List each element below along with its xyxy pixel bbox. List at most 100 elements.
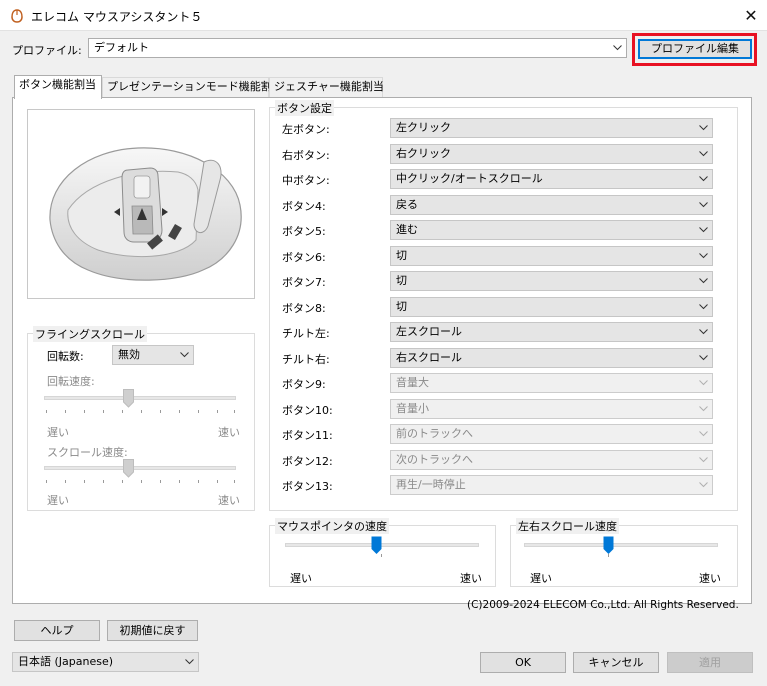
slider-tick bbox=[381, 554, 382, 557]
profile-value: デフォルト bbox=[94, 41, 149, 54]
scroll-speed-slow: 遅い bbox=[47, 494, 69, 507]
slider-tick bbox=[608, 554, 609, 557]
profile-select[interactable]: デフォルト bbox=[88, 38, 627, 58]
chevron-down-icon bbox=[699, 227, 708, 233]
app-mouse-icon bbox=[11, 9, 23, 23]
apply-button[interactable]: 適用 bbox=[667, 652, 753, 673]
chevron-down-icon bbox=[699, 456, 708, 462]
slider-thumb[interactable] bbox=[123, 389, 134, 408]
button-setting-select[interactable]: 切 bbox=[390, 271, 713, 291]
tab-button-assign[interactable]: ボタン機能割当 bbox=[14, 75, 102, 99]
mouse-image bbox=[49, 147, 242, 281]
button-setting-select[interactable]: 音量小 bbox=[390, 398, 713, 419]
ok-button[interactable]: OK bbox=[480, 652, 566, 673]
cancel-button[interactable]: キャンセル bbox=[573, 652, 659, 673]
button-setting-label: 中ボタン: bbox=[282, 174, 330, 187]
rotation-speed-label: 回転速度: bbox=[47, 375, 95, 388]
slider-thumb[interactable] bbox=[603, 536, 614, 555]
slider-thumb[interactable] bbox=[123, 459, 134, 478]
edit-profile-button[interactable]: プロファイル編集 bbox=[638, 39, 752, 59]
button-setting-select[interactable]: 進む bbox=[390, 220, 713, 240]
pointer-speed-slider[interactable] bbox=[285, 536, 479, 560]
lr-scroll-speed-title: 左右スクロール速度 bbox=[516, 518, 619, 534]
button-setting-label: ボタン4: bbox=[282, 199, 326, 213]
rotation-speed-slow: 遅い bbox=[47, 426, 69, 439]
button-setting-label: チルト右: bbox=[282, 352, 330, 366]
button-setting-select[interactable]: 切 bbox=[390, 296, 713, 317]
button-setting-value: 切 bbox=[396, 299, 407, 313]
copyright-text: (C)2009-2024 ELECOM Co.,Ltd. All Rights … bbox=[467, 599, 739, 611]
chevron-down-icon bbox=[699, 125, 708, 131]
language-select[interactable]: 日本語 (Japanese) bbox=[12, 652, 199, 672]
chevron-down-icon bbox=[699, 150, 708, 156]
pointer-speed-fast: 速い bbox=[460, 572, 482, 585]
help-button[interactable]: ヘルプ bbox=[14, 620, 100, 641]
button-setting-label: ボタン6: bbox=[282, 250, 326, 264]
slider-track bbox=[285, 543, 479, 547]
tab-gesture-assign[interactable]: ジェスチャー機能割当 bbox=[269, 77, 384, 97]
button-setting-select[interactable]: 次のトラックへ bbox=[390, 449, 713, 470]
button-setting-value: 次のトラックへ bbox=[396, 452, 473, 466]
chevron-down-icon bbox=[180, 352, 189, 358]
button-setting-select[interactable]: 戻る bbox=[390, 194, 713, 215]
button-setting-label: ボタン8: bbox=[282, 301, 326, 315]
language-value: 日本語 (Japanese) bbox=[18, 655, 114, 668]
slider-thumb[interactable] bbox=[371, 536, 382, 555]
pointer-speed-slow: 遅い bbox=[290, 572, 312, 585]
button-settings-title: ボタン設定 bbox=[275, 100, 334, 116]
slider-ticks bbox=[44, 480, 236, 484]
rotation-speed-slider[interactable] bbox=[44, 388, 236, 418]
close-icon[interactable]: ✕ bbox=[735, 2, 767, 30]
mouse-image-frame bbox=[27, 109, 255, 299]
scroll-speed-slider[interactable] bbox=[44, 458, 236, 488]
button-setting-label: ボタン11: bbox=[282, 429, 333, 442]
button-setting-label: ボタン5: bbox=[282, 225, 326, 238]
button-setting-select[interactable]: 切 bbox=[390, 245, 713, 266]
button-setting-value: 右スクロール bbox=[396, 350, 462, 364]
button-setting-select[interactable]: 左スクロール bbox=[390, 322, 713, 342]
button-setting-label: ボタン9: bbox=[282, 378, 326, 391]
button-setting-label: ボタン10: bbox=[282, 403, 333, 417]
pointer-speed-title: マウスポインタの速度 bbox=[275, 518, 389, 534]
button-setting-value: 左スクロール bbox=[396, 325, 462, 338]
button-setting-value: 音量大 bbox=[396, 376, 429, 389]
chevron-down-icon bbox=[699, 380, 708, 386]
profile-label: プロファイル: bbox=[12, 44, 82, 57]
slider-track bbox=[44, 396, 236, 400]
button-setting-label: 右ボタン: bbox=[282, 148, 330, 162]
button-setting-value: 切 bbox=[396, 248, 407, 262]
chevron-down-icon bbox=[699, 278, 708, 284]
reset-defaults-button[interactable]: 初期値に戻す bbox=[107, 620, 198, 641]
slider-track bbox=[44, 466, 236, 470]
button-setting-value: 中クリック/オートスクロール bbox=[396, 172, 543, 185]
window-title: エレコム マウスアシスタント５ bbox=[31, 10, 203, 24]
button-setting-select[interactable]: 前のトラックへ bbox=[390, 424, 713, 444]
button-setting-value: 戻る bbox=[396, 197, 418, 211]
button-setting-select[interactable]: 音量大 bbox=[390, 373, 713, 393]
tab-presentation-assign[interactable]: プレゼンテーションモード機能割当 bbox=[102, 77, 283, 97]
chevron-down-icon bbox=[699, 329, 708, 335]
lr-scroll-speed-fast: 速い bbox=[699, 572, 721, 585]
chevron-down-icon bbox=[699, 176, 708, 182]
chevron-down-icon bbox=[699, 354, 708, 360]
flying-scroll-title: フライングスクロール bbox=[33, 326, 147, 342]
chevron-down-icon bbox=[613, 45, 622, 51]
chevron-down-icon bbox=[699, 482, 708, 488]
button-setting-label: ボタン7: bbox=[282, 276, 326, 289]
lr-scroll-speed-slider[interactable] bbox=[524, 536, 718, 560]
chevron-down-icon bbox=[699, 405, 708, 411]
button-setting-value: 進む bbox=[396, 223, 418, 236]
chevron-down-icon bbox=[185, 659, 194, 665]
button-setting-select[interactable]: 再生/一時停止 bbox=[390, 475, 713, 495]
rotation-select[interactable]: 無効 bbox=[112, 345, 194, 365]
button-setting-label: チルト左: bbox=[282, 327, 330, 340]
button-setting-value: 右クリック bbox=[396, 146, 451, 160]
button-setting-select[interactable]: 中クリック/オートスクロール bbox=[390, 169, 713, 189]
button-setting-value: 前のトラックへ bbox=[396, 427, 473, 440]
rotation-label: 回転数: bbox=[47, 350, 84, 363]
button-setting-select[interactable]: 右スクロール bbox=[390, 347, 713, 368]
button-setting-value: 切 bbox=[396, 274, 407, 287]
button-setting-select[interactable]: 左クリック bbox=[390, 118, 713, 138]
button-setting-select[interactable]: 右クリック bbox=[390, 143, 713, 164]
button-setting-value: 音量小 bbox=[396, 401, 429, 415]
